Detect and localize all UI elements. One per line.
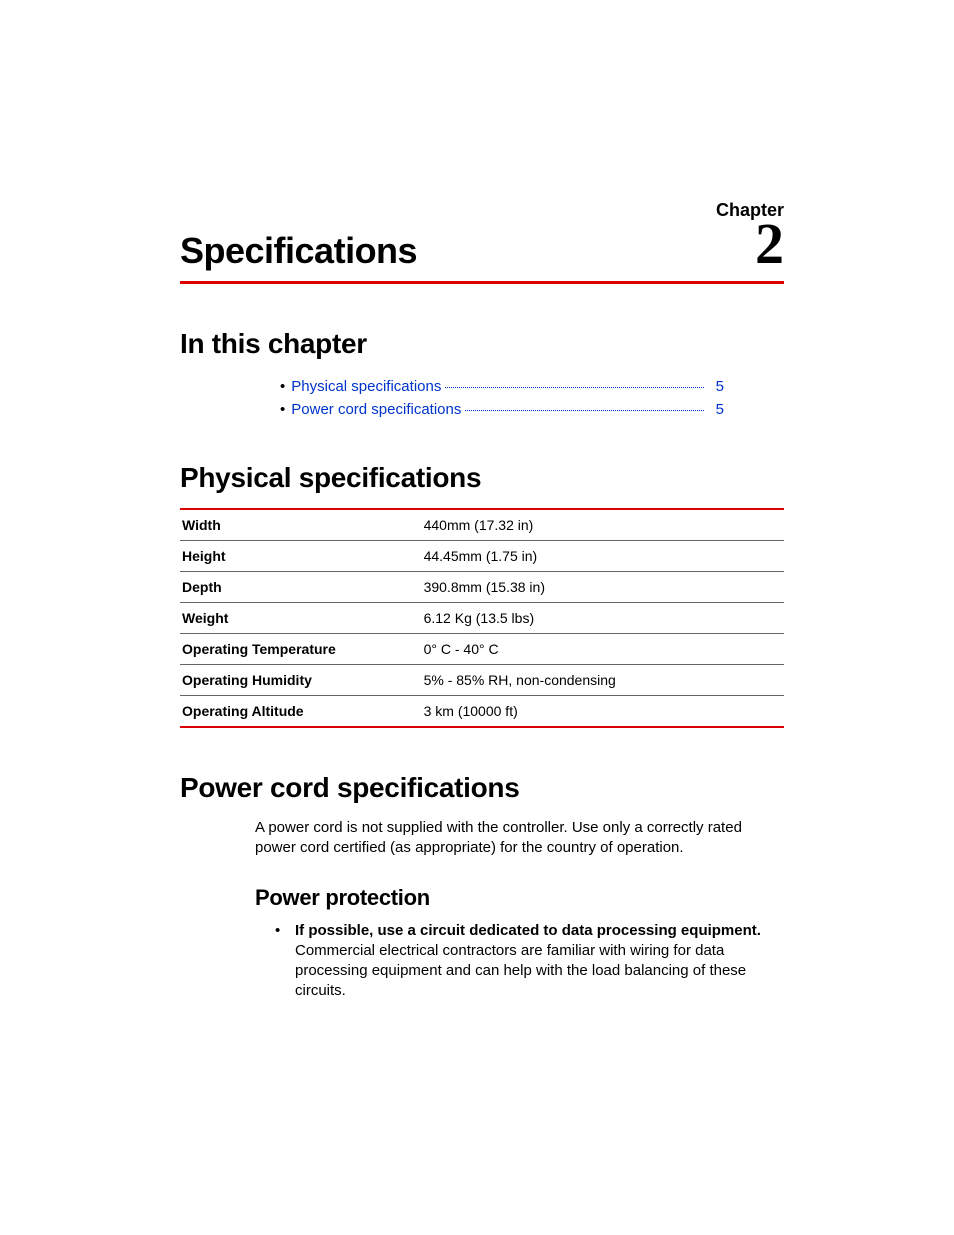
table-row: Depth 390.8mm (15.38 in) [180, 572, 784, 603]
table-row: Operating Humidity 5% - 85% RH, non-cond… [180, 665, 784, 696]
section-physical-specifications: Physical specifications [180, 462, 784, 494]
spec-value: 5% - 85% RH, non-condensing [422, 665, 784, 696]
chapter-title: Specifications [180, 230, 417, 272]
spec-key: Operating Altitude [180, 696, 422, 728]
spec-key: Weight [180, 603, 422, 634]
toc-page-number[interactable]: 5 [708, 378, 724, 395]
section-power-cord-specifications: Power cord specifications [180, 772, 784, 804]
subsection-power-protection: Power protection [255, 885, 784, 911]
list-item-rest: Commercial electrical contractors are fa… [295, 942, 746, 1000]
bullet-icon: • [280, 401, 285, 418]
chapter-number: 2 [755, 215, 784, 273]
table-row: Operating Temperature 0° C - 40° C [180, 634, 784, 665]
section-in-this-chapter: In this chapter [180, 328, 784, 360]
spec-key: Operating Humidity [180, 665, 422, 696]
spec-value: 3 km (10000 ft) [422, 696, 784, 728]
toc-leader-dots [465, 410, 704, 411]
table-row: Height 44.45mm (1.75 in) [180, 541, 784, 572]
toc: • Physical specifications 5 • Power cord… [280, 378, 724, 418]
table-row: Weight 6.12 Kg (13.5 lbs) [180, 603, 784, 634]
spec-key: Operating Temperature [180, 634, 422, 665]
spec-key: Height [180, 541, 422, 572]
toc-item[interactable]: • Power cord specifications 5 [280, 401, 724, 418]
bullet-icon: • [280, 378, 285, 395]
spec-value: 390.8mm (15.38 in) [422, 572, 784, 603]
toc-leader-dots [445, 387, 704, 388]
spec-value: 0° C - 40° C [422, 634, 784, 665]
toc-link-power-cord[interactable]: Power cord specifications [291, 401, 461, 418]
toc-link-physical[interactable]: Physical specifications [291, 378, 441, 395]
power-cord-intro: A power cord is not supplied with the co… [255, 818, 784, 859]
toc-item[interactable]: • Physical specifications 5 [280, 378, 724, 395]
power-protection-list: If possible, use a circuit dedicated to … [275, 921, 784, 1002]
spec-key: Width [180, 509, 422, 541]
spec-value: 44.45mm (1.75 in) [422, 541, 784, 572]
chapter-title-row: Specifications 2 [180, 215, 784, 284]
spec-value: 6.12 Kg (13.5 lbs) [422, 603, 784, 634]
list-item: If possible, use a circuit dedicated to … [275, 921, 784, 1002]
table-row: Operating Altitude 3 km (10000 ft) [180, 696, 784, 728]
spec-value: 440mm (17.32 in) [422, 509, 784, 541]
toc-page-number[interactable]: 5 [708, 401, 724, 418]
list-item-lead: If possible, use a circuit dedicated to … [295, 922, 761, 939]
document-page: Chapter Specifications 2 In this chapter… [0, 0, 954, 1102]
spec-key: Depth [180, 572, 422, 603]
physical-specifications-table: Width 440mm (17.32 in) Height 44.45mm (1… [180, 508, 784, 728]
table-row: Width 440mm (17.32 in) [180, 509, 784, 541]
